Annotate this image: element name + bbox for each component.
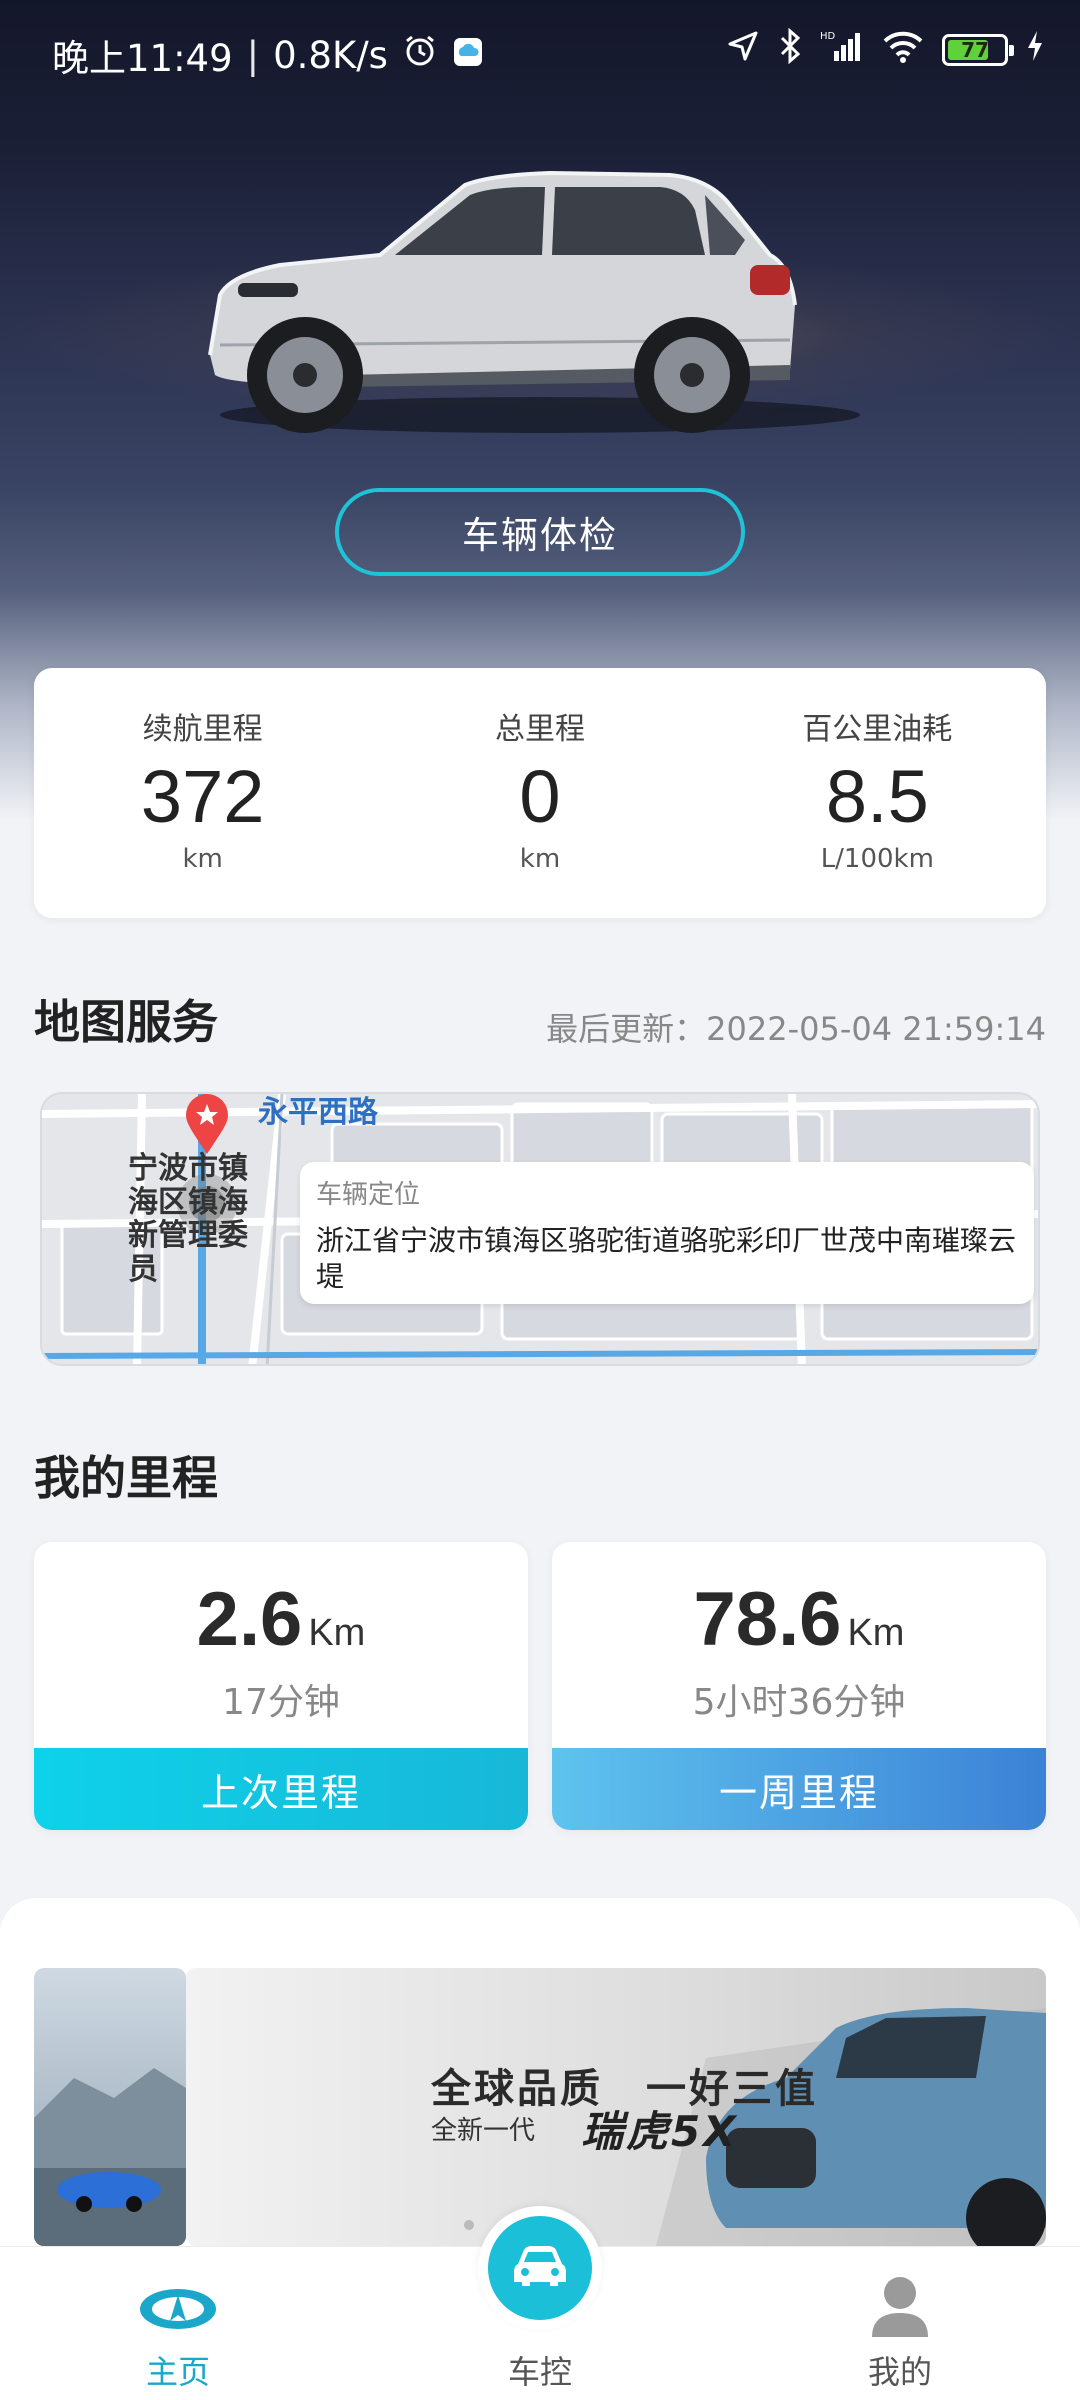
- banner-model: 瑞虎5X: [581, 2107, 739, 2156]
- vehicle-address: 浙江省宁波市镇海区骆驼街道骆驼彩印厂世茂中南璀璨云堤: [316, 1224, 1017, 1294]
- stat-unit: L/100km: [820, 843, 934, 874]
- stat-value: 8.5: [825, 755, 929, 838]
- week-distance: 78.6: [693, 1577, 842, 1662]
- popup-title: 车辆定位: [316, 1180, 421, 1210]
- tab-home[interactable]: 主页: [78, 2247, 278, 2400]
- tab-mine-label: 我的: [867, 2353, 932, 2391]
- range-stat: 续航里程 372 km: [34, 668, 371, 918]
- stat-unit: km: [182, 843, 223, 874]
- last-trip-label: 上次里程: [34, 1748, 528, 1830]
- battery-level: 77: [961, 38, 989, 62]
- alarm-icon: [402, 33, 438, 78]
- vehicle-location-popup[interactable]: 车辆定位 浙江省宁波市镇海区骆驼街道骆驼彩印厂世茂中南璀璨云堤: [300, 1162, 1034, 1304]
- promo-banner[interactable]: 全球品质 一好三值 全新一代 瑞虎5X: [186, 1968, 1046, 2246]
- weekly-mileage-card[interactable]: 78.6 Km 5小时36分钟 一周里程: [552, 1542, 1046, 1830]
- stat-unit: km: [519, 843, 561, 874]
- stat-value: 0: [519, 755, 561, 838]
- trip-duration: 17分钟: [222, 1682, 340, 1723]
- tab-mine[interactable]: 我的: [800, 2247, 1000, 2400]
- my-mileage-title: 我的里程: [34, 1451, 218, 1505]
- bluetooth-icon: [778, 27, 802, 72]
- stat-label: 续航里程: [142, 712, 263, 747]
- trip-unit: Km: [308, 1612, 366, 1654]
- pagination-dot: [464, 2220, 474, 2230]
- tab-home-label: 主页: [145, 2353, 210, 2391]
- status-time: 晚上11:49: [52, 37, 233, 80]
- banner-prev-slide[interactable]: [34, 1968, 186, 2246]
- location-icon: [726, 29, 760, 71]
- trip-distance: 2.6: [196, 1577, 303, 1662]
- car-control-button[interactable]: [478, 2206, 602, 2330]
- status-bar: 晚上11:49 | 0.8K/s HD 77: [0, 0, 1080, 100]
- last-update-time: 最后更新：2022-05-04 21:59:14: [546, 1010, 1046, 1048]
- poi-label: 宁波市镇海区镇海新管理委员: [128, 1151, 248, 1287]
- car-icon: [512, 2244, 568, 2292]
- charging-icon: [1026, 29, 1044, 71]
- stat-value: 372: [140, 755, 265, 838]
- banner-prefix: 全新一代: [431, 2116, 536, 2146]
- signal-icon: HD: [820, 29, 864, 71]
- stat-label: 百公里油耗: [802, 712, 953, 747]
- wifi-icon: [882, 29, 924, 71]
- vehicle-check-button[interactable]: 车辆体检: [335, 488, 745, 576]
- map-service-title: 地图服务: [34, 995, 218, 1049]
- tab-control-label: 车控: [507, 2353, 572, 2391]
- svg-text:HD: HD: [820, 31, 836, 42]
- chery-logo-icon: [138, 2287, 218, 2335]
- vehicle-stats-card: 续航里程 372 km 总里程 0 km 百公里油耗 8.5 L/100km: [34, 668, 1046, 918]
- weekly-mileage-label: 一周里程: [552, 1748, 1046, 1830]
- user-profile-icon: [870, 2275, 930, 2343]
- stat-label: 总里程: [494, 712, 585, 747]
- cloud-app-icon: [452, 34, 484, 77]
- battery-icon: 77: [942, 34, 1014, 66]
- vehicle-location-map[interactable]: 永平西路 宁波市镇海区镇海新管理委员 车辆定位 浙江省宁波市镇海区骆驼街道骆驼彩…: [40, 1092, 1040, 1366]
- car-image: [190, 165, 890, 455]
- fuel-consumption-stat: 百公里油耗 8.5 L/100km: [709, 668, 1046, 918]
- week-duration: 5小时36分钟: [692, 1682, 906, 1723]
- last-trip-card[interactable]: 2.6 Km 17分钟 上次里程: [34, 1542, 528, 1830]
- week-unit: Km: [847, 1612, 905, 1654]
- network-speed: 0.8K/s: [273, 33, 388, 77]
- road-label: 永平西路: [258, 1095, 378, 1130]
- banner-pagination: [464, 2220, 474, 2230]
- total-mileage-stat: 总里程 0 km: [371, 668, 708, 918]
- location-pin-icon: [184, 1094, 230, 1156]
